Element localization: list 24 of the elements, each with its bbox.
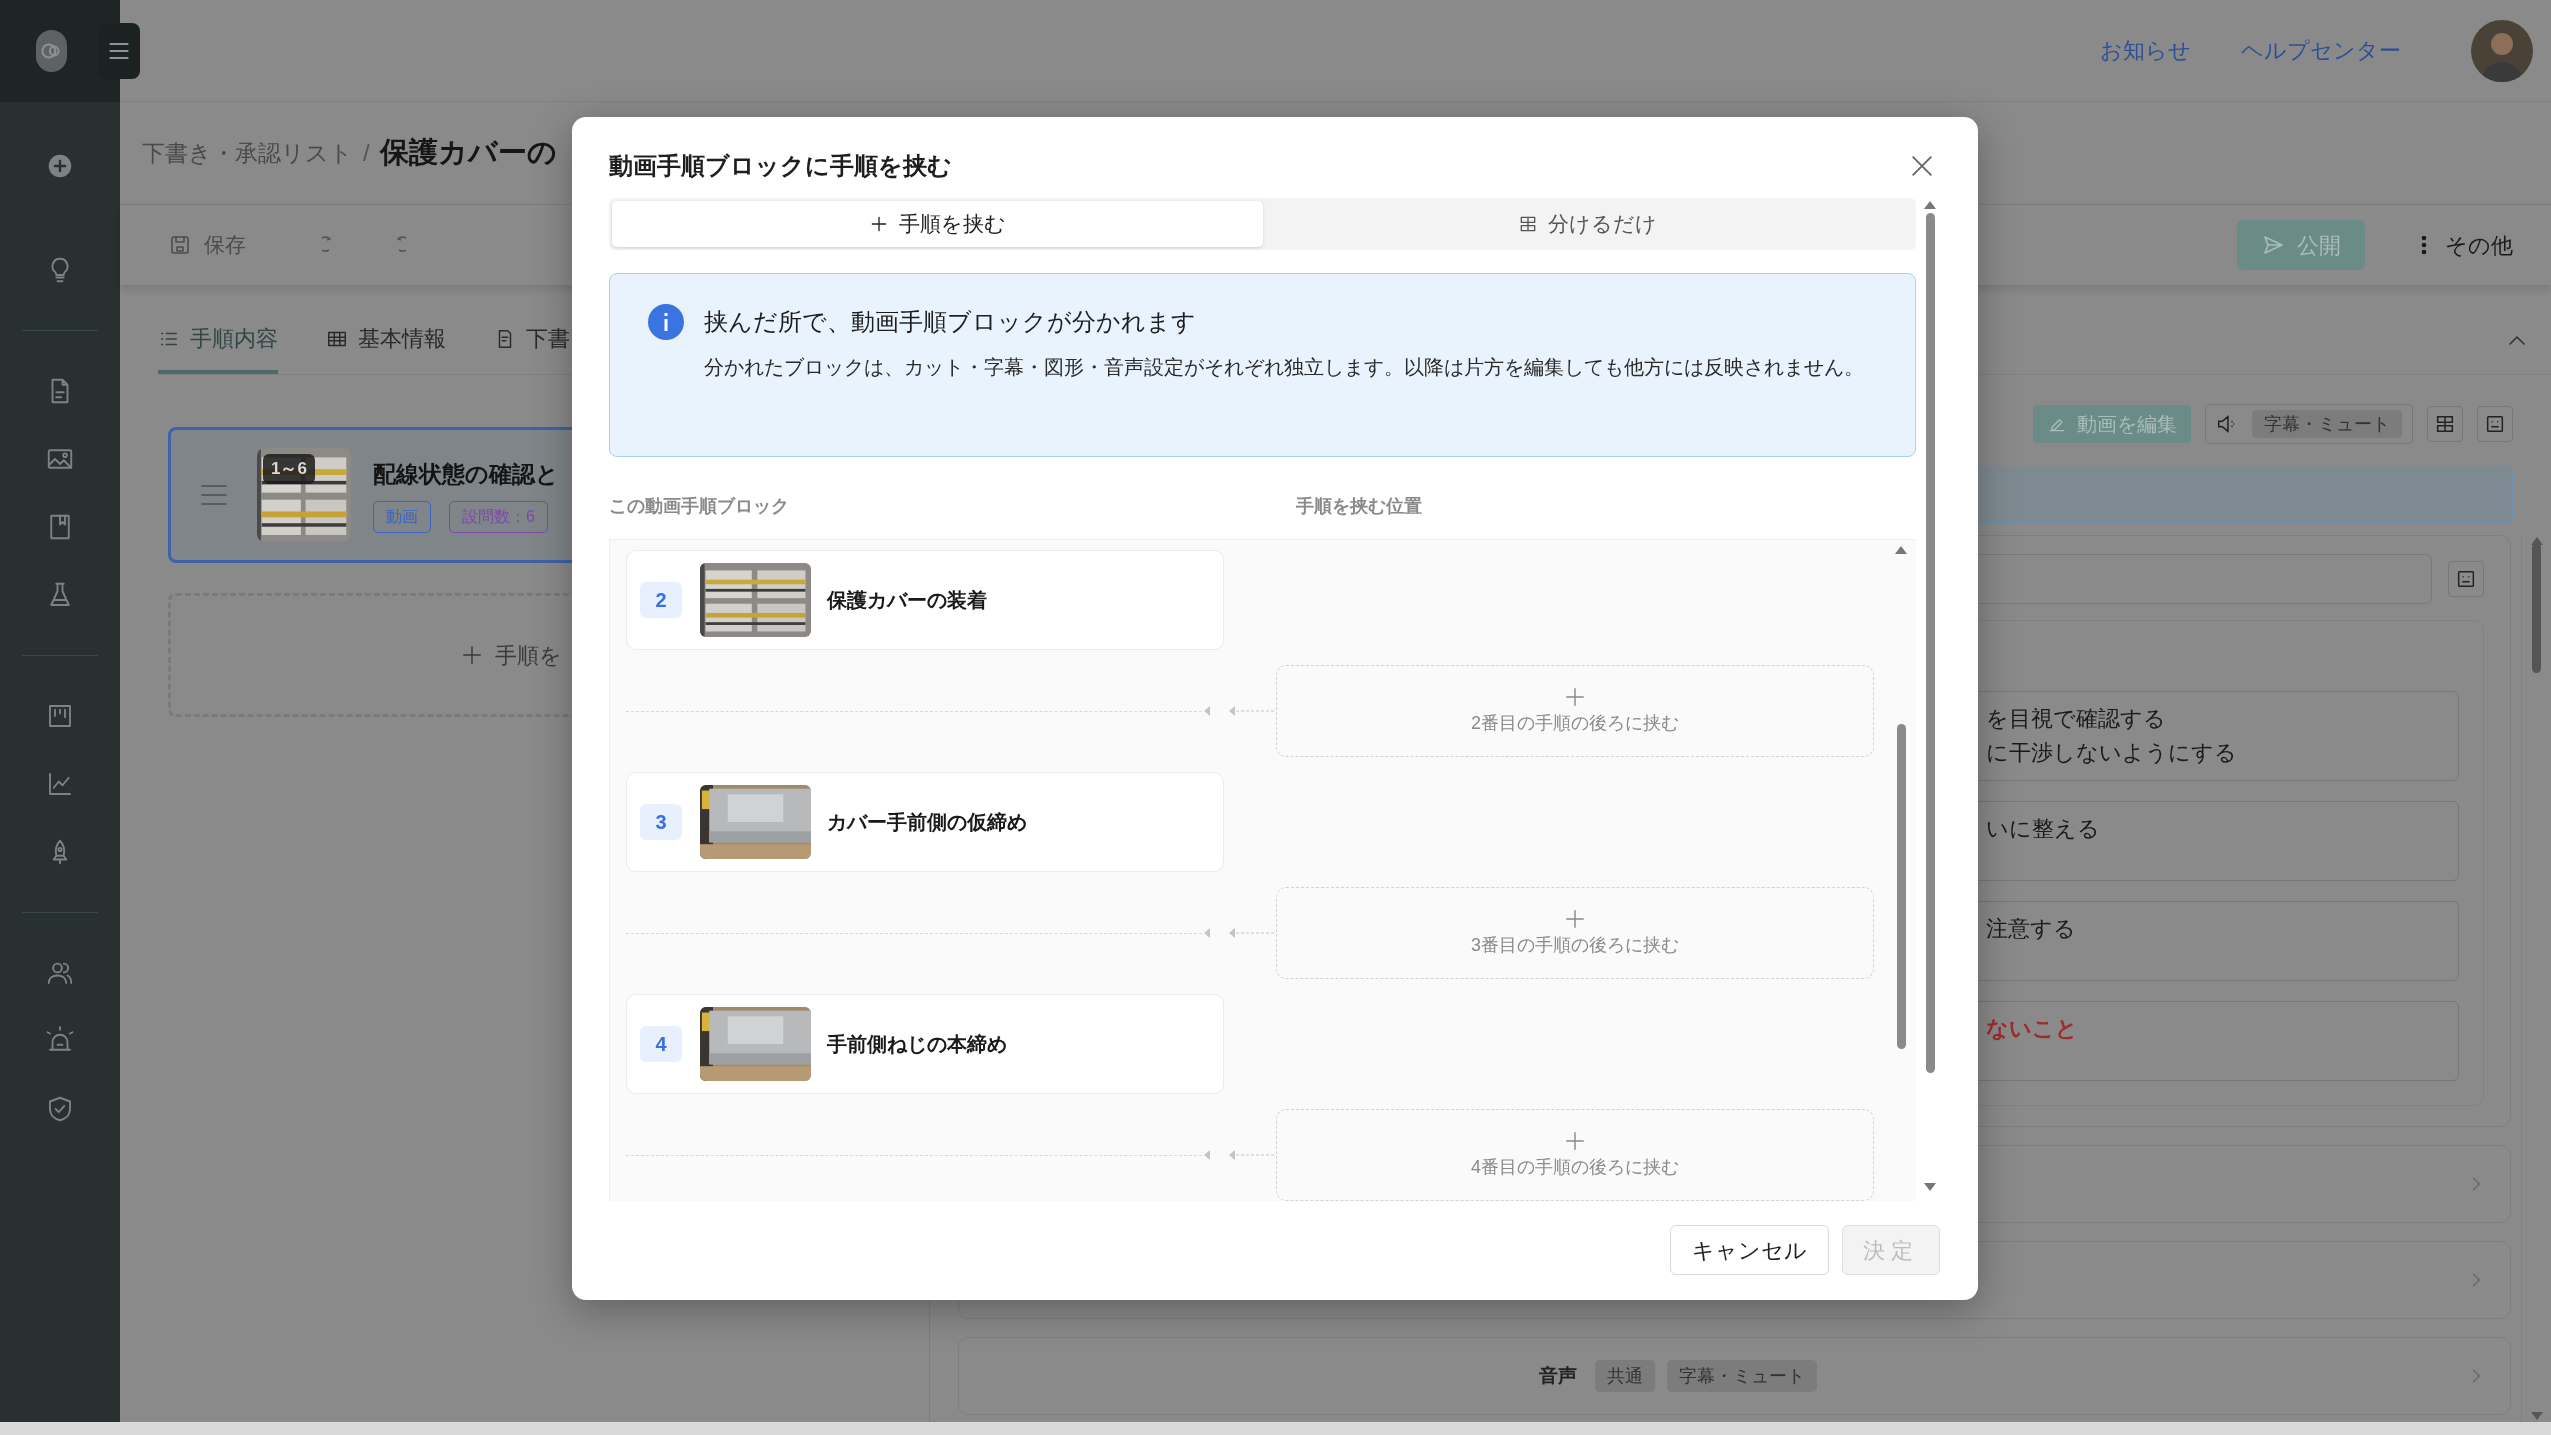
column-header: 手順を挟む位置 [1296,494,1422,518]
range-badge: 1～6 [263,454,315,484]
page-title: 保護カバーの [379,135,557,171]
note-text: ないこと [1986,1015,2079,1043]
step-number: 3 [640,804,682,840]
tag: 動画 [373,501,431,534]
breadcrumb-separator: / [363,138,370,168]
info-title: 挟んだ所で、動画手順ブロックが分かれます [704,307,1197,337]
note-text: いに整える [1986,815,2101,843]
tag: 設問数：6 [449,501,548,534]
step-title: 手前側ねじの本締め [827,1032,1007,1057]
step-title: カバー手前側の仮締め [827,810,1027,835]
step-number: 4 [640,1026,682,1062]
row-label: 音声 [1539,1363,1577,1388]
note-text: 注意する [1986,915,2077,943]
info-text: 分かれたブロックは、カット・字幕・図形・音声設定がそれぞれ独立します。以降は片方を編集しても他方には反映されません。 [704,355,1864,380]
step-block-title: 配線状態の確認と [373,459,559,489]
chip: 共通 [1595,1360,1655,1392]
chip: 字幕・ミュート [1667,1360,1817,1392]
column-header: この動画手順ブロック [609,494,790,518]
note-text: に干渉しないようにする [1986,739,2238,767]
step-number: 2 [640,582,682,618]
dialog-title: 動画手順ブロックに手順を挟む [609,151,952,181]
note-text: を目視で確認する [1986,705,2167,733]
